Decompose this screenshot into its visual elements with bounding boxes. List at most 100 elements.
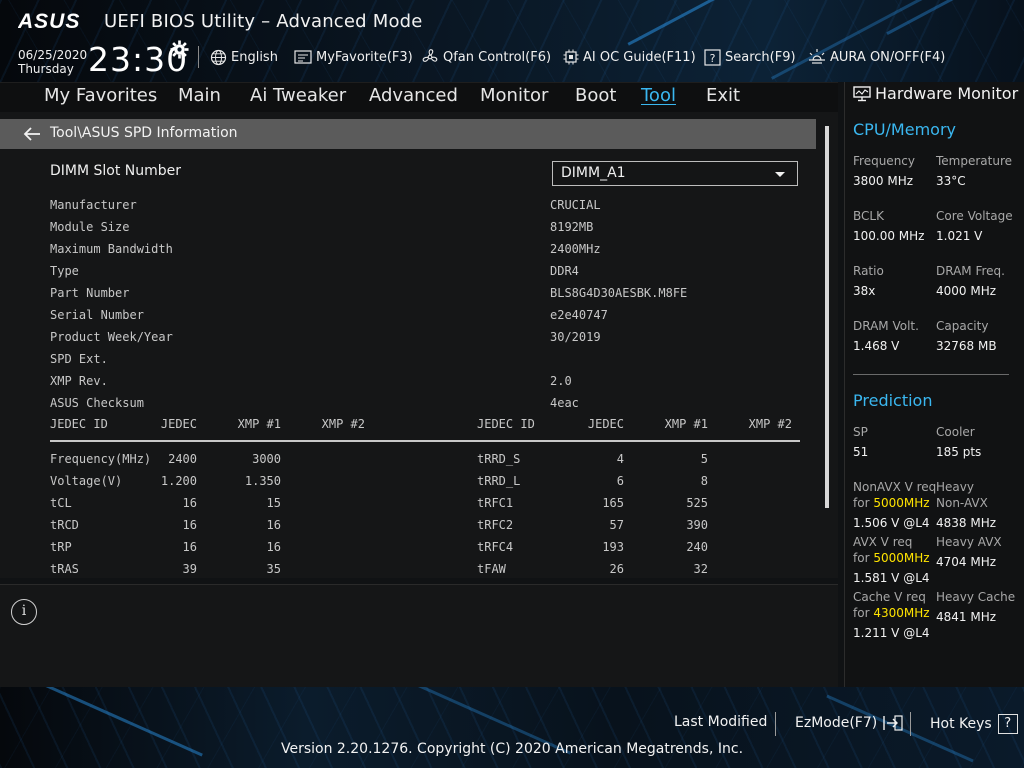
language-label: English	[231, 49, 278, 65]
gear-icon[interactable]	[170, 40, 189, 59]
globe-icon	[210, 49, 227, 65]
table-cell: 5	[700, 452, 708, 466]
asus-logo: ASUS	[18, 10, 80, 33]
asus-logo-text: ASUS	[18, 10, 80, 33]
info-label: XMP Rev.	[50, 374, 108, 388]
hardware-monitor-label: Hardware Monitor	[875, 84, 1019, 103]
info-row-spd-ext: SPD Ext.	[0, 352, 816, 370]
myfavorite-label: MyFavorite(F3)	[316, 49, 413, 65]
timing-table-header: JEDEC ID JEDEC XMP #1 XMP #2 JEDEC ID JE…	[0, 417, 816, 435]
hw-value-heavy-avx: 4704 MHz	[936, 555, 997, 569]
info-value: 30/2019	[550, 330, 601, 344]
table-cell: 4	[616, 452, 624, 466]
tab-ai-tweaker[interactable]: Ai Tweaker	[250, 85, 346, 106]
hot-keys-help-icon: ?	[997, 714, 1018, 734]
table-cell: 16	[266, 540, 281, 554]
hardware-monitor-title: Hardware Monitor	[853, 84, 1018, 103]
tab-main[interactable]: Main	[178, 85, 221, 106]
info-label: Part Number	[50, 286, 130, 300]
column-header: JEDEC ID	[50, 417, 108, 431]
table-cell: 35	[266, 562, 281, 574]
hw-label-capacity: Capacity	[936, 319, 989, 333]
info-label: Type	[50, 264, 79, 278]
table-cell: tRFC4	[477, 540, 514, 554]
column-header: XMP #2	[748, 417, 792, 431]
table-row: tRAS 39 35 tFAW 26 32	[0, 562, 816, 574]
search-button[interactable]: ? Search(F9)	[704, 47, 796, 67]
column-header: XMP #1	[237, 417, 281, 431]
dimm-slot-label: DIMM Slot Number	[50, 163, 182, 179]
table-divider	[50, 440, 800, 442]
for-text: for	[853, 606, 870, 620]
hw-value-cooler: 185 pts	[936, 445, 982, 459]
tab-monitor[interactable]: Monitor	[480, 85, 548, 106]
table-cell: 390	[686, 518, 708, 532]
myfavorite-button[interactable]: MyFavorite(F3)	[294, 47, 413, 67]
tab-my-favorites[interactable]: My Favorites	[44, 85, 157, 106]
aura-icon	[809, 49, 825, 64]
hw-divider	[853, 374, 1009, 375]
main-menu-bar: My Favorites Main Ai Tweaker Advanced Mo…	[0, 82, 838, 112]
table-cell: 32	[693, 562, 708, 574]
info-value: BLS8G4D30AESBK.M8FE	[550, 286, 688, 300]
table-row: tCL 16 15 tRFC1 165 525	[0, 496, 816, 514]
ezmode-label: EzMode(F7)	[795, 715, 878, 731]
table-row: Voltage(V) 1.200 1.350 tRRD_L 6 8	[0, 474, 816, 492]
hw-label-frequency: Frequency	[853, 154, 915, 168]
ai-oc-guide-label: AI OC Guide(F11)	[583, 49, 696, 65]
dimm-slot-dropdown[interactable]: DIMM_A1	[552, 161, 798, 186]
table-cell: 16	[182, 518, 197, 532]
table-cell: tRCD	[50, 518, 79, 532]
info-row-manufacturer: Manufacturer CRUCIAL	[0, 198, 816, 216]
info-value: e2e40747	[550, 308, 608, 322]
hw-label-avx-for: for 5000MHz	[853, 551, 930, 566]
last-modified-button[interactable]: Last Modified	[674, 714, 767, 730]
dimm-slot-value: DIMM_A1	[561, 165, 626, 181]
table-row: Frequency(MHz) 2400 3000 tRRD_S 4 5	[0, 452, 816, 470]
tab-advanced[interactable]: Advanced	[369, 85, 458, 106]
info-row-max-bandwidth: Maximum Bandwidth 2400MHz	[0, 242, 816, 260]
hw-label-cache-vreq: Cache V req	[853, 590, 926, 604]
fan-icon	[422, 49, 438, 62]
scrollbar[interactable]	[825, 126, 829, 508]
back-arrow-icon[interactable]	[22, 126, 42, 142]
info-label: SPD Ext.	[50, 352, 108, 366]
date-text: 06/25/2020	[18, 48, 88, 62]
ai-oc-guide-button[interactable]: AI OC Guide(F11)	[563, 47, 696, 67]
table-cell: 16	[182, 496, 197, 510]
tab-boot[interactable]: Boot	[575, 85, 616, 106]
tab-exit[interactable]: Exit	[706, 85, 740, 106]
table-cell: tFAW	[477, 562, 506, 574]
info-label: Maximum Bandwidth	[50, 242, 173, 256]
table-cell: 525	[686, 496, 708, 510]
table-row: tRP 16 16 tRFC4 193 240	[0, 540, 816, 558]
info-value: 4eac	[550, 396, 579, 410]
bottom-footer: Last Modified EzMode(F7) Hot Keys ? Vers…	[0, 687, 1024, 768]
table-cell: 8	[700, 474, 708, 488]
language-button[interactable]: English	[210, 47, 278, 67]
window-title: UEFI BIOS Utility – Advanced Mode	[104, 11, 423, 32]
prediction-section-title: Prediction	[853, 391, 933, 410]
info-value: CRUCIAL	[550, 198, 601, 212]
tab-tool[interactable]: Tool	[641, 85, 676, 106]
table-cell: 26	[609, 562, 624, 574]
table-cell: 16	[266, 518, 281, 532]
column-header: XMP #2	[321, 417, 365, 431]
header-divider	[198, 46, 199, 68]
hot-keys-button[interactable]: Hot Keys ?	[930, 714, 1018, 734]
table-row: tRCD 16 16 tRFC2 57 390	[0, 518, 816, 536]
table-cell: tRRD_S	[477, 452, 521, 466]
hw-value-nonavx-vreq: 1.506 V @L4	[853, 516, 930, 530]
hot-keys-label: Hot Keys	[930, 716, 992, 732]
info-row-type: Type DDR4	[0, 264, 816, 282]
hw-label-cooler: Cooler	[936, 425, 975, 439]
ezmode-button[interactable]: EzMode(F7)	[795, 714, 903, 732]
header-decoration	[886, 0, 994, 35]
info-label: Module Size	[50, 220, 130, 234]
monitor-icon	[853, 85, 871, 101]
hw-label-nonavx-for: for 5000MHz	[853, 496, 930, 511]
hw-label-heavy-nonavx-2: Non-AVX	[936, 496, 988, 510]
aura-toggle-button[interactable]: AURA ON/OFF(F4)	[808, 47, 945, 67]
qfan-control-button[interactable]: Qfan Control(F6)	[421, 47, 551, 67]
info-value: 2400MHz	[550, 242, 601, 256]
